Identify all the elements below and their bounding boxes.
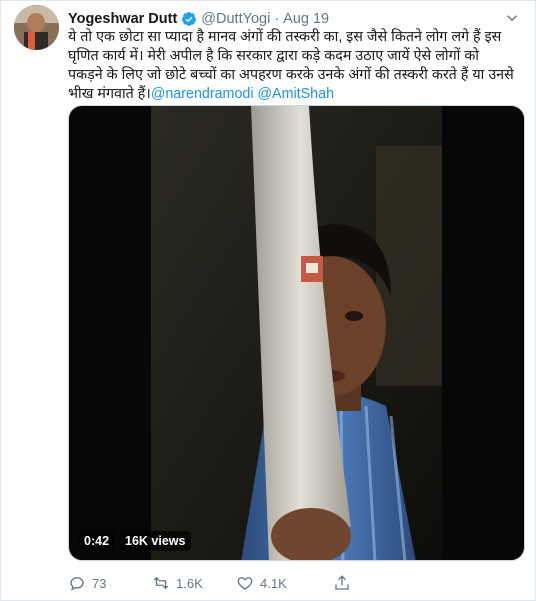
tweet-actions: 73 1.6K 4.1K (68, 573, 368, 593)
like-count: 4.1K (260, 575, 287, 591)
reply-count: 73 (92, 575, 107, 591)
tweet-text-line: पकड़ने के लिए जो छोटे बच्चों का अपहरण कर… (68, 67, 514, 83)
tweet-text-line: घृणित कार्य में। मेरी अपील है कि सरकार द… (68, 48, 479, 64)
like-icon[interactable] (236, 574, 254, 592)
retweet-button[interactable]: 1.6K (152, 574, 203, 592)
video-duration: 0:42 (79, 531, 115, 551)
tweet-header: Yogeshwar Dutt @DuttYogi · Aug 19 (68, 9, 521, 29)
retweet-count: 1.6K (176, 575, 203, 591)
tweet-text-line: ये तो एक छोटा सा प्यादा है मानव अंगों की… (68, 29, 502, 45)
author-name[interactable]: Yogeshwar Dutt (68, 11, 177, 27)
caret-down-icon[interactable] (503, 9, 521, 27)
reply-button[interactable]: 73 (68, 574, 106, 592)
tweet-text: ये तो एक छोटा सा प्यादा है मानव अंगों की… (68, 28, 518, 104)
tweet-text-last-line: भीख मंगवाते हैं।@narendramodi @AmitShah (68, 85, 518, 104)
tweet-text-line: भीख मंगवाते हैं। (68, 86, 151, 102)
tweet-date[interactable]: Aug 19 (283, 11, 329, 27)
reply-icon[interactable] (68, 574, 86, 592)
retweet-icon[interactable] (152, 574, 170, 592)
video-player[interactable]: 0:42 16K views (68, 105, 525, 561)
share-icon[interactable] (333, 574, 351, 592)
separator-dot: · (274, 11, 280, 27)
mention-link[interactable]: @narendramodi (151, 86, 254, 102)
video-views: 16K views (120, 531, 191, 551)
video-thumbnail[interactable] (151, 106, 442, 560)
avatar[interactable] (14, 5, 59, 50)
share-button[interactable] (333, 574, 351, 592)
tweet-card[interactable]: Yogeshwar Dutt @DuttYogi · Aug 19 ये तो … (0, 0, 536, 601)
verified-icon (181, 11, 197, 27)
author-handle[interactable]: @DuttYogi (201, 11, 270, 27)
video-overlay: 0:42 16K views (79, 531, 191, 551)
like-button[interactable]: 4.1K (236, 574, 287, 592)
mention-link[interactable]: @AmitShah (258, 86, 335, 102)
